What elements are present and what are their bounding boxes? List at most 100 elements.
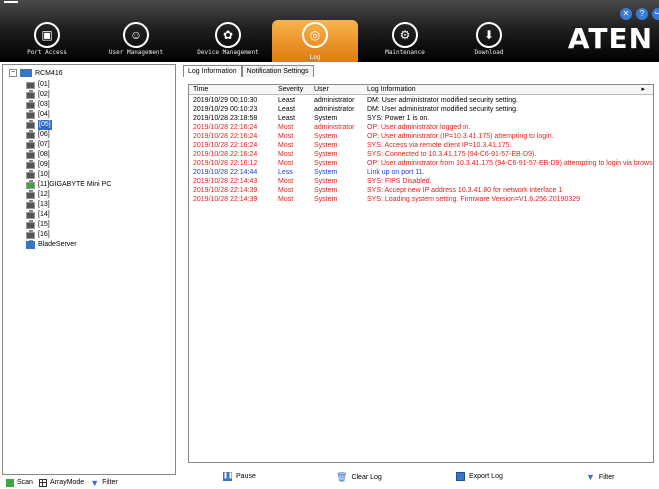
log-severity-cell: Least bbox=[278, 106, 296, 113]
users-icon: ☺ bbox=[123, 22, 149, 48]
tree-root[interactable]: − RCM416 bbox=[9, 69, 63, 77]
tree-item-12[interactable]: [12] bbox=[26, 190, 50, 202]
tree-filter-button[interactable]: ▼ Filter bbox=[90, 478, 117, 488]
table-row[interactable]: 2019/10/28 22:16:12 Most System OP: User ad… bbox=[189, 159, 653, 168]
table-row[interactable]: 2019/10/28 22:16:24 Most System SYS: Connec… bbox=[189, 150, 653, 159]
computer-icon bbox=[26, 111, 35, 122]
clear-log-label: Clear Log bbox=[351, 474, 382, 481]
tree-item-label: [06] bbox=[38, 131, 50, 138]
table-row[interactable]: 2019/10/28 22:14:39 Most System SYS: Accept… bbox=[189, 186, 653, 195]
nav-device-management[interactable]: ✿ Device Management bbox=[185, 6, 271, 58]
gear-icon: ✿ bbox=[215, 22, 241, 48]
filter-label: Filter bbox=[598, 473, 615, 481]
tree-item-13[interactable]: [13] bbox=[26, 200, 50, 212]
computer-icon bbox=[26, 81, 35, 92]
log-user-cell: System bbox=[314, 187, 338, 194]
tree-item-01[interactable]: [01] bbox=[26, 80, 50, 92]
array-mode-button[interactable]: ArrayMode bbox=[38, 478, 84, 487]
monitor-icon: ▣ bbox=[34, 22, 60, 48]
help-icon[interactable]: ? bbox=[636, 8, 648, 20]
logout-icon[interactable]: ↪ bbox=[652, 8, 659, 20]
tree-item-label: [01] bbox=[38, 81, 50, 88]
log-time-cell: 2019/10/29 00:10:23 bbox=[193, 106, 258, 113]
pause-button[interactable]: ❚❚ Pause bbox=[223, 472, 256, 481]
download-icon: ⬇ bbox=[476, 22, 502, 48]
tree-item-09[interactable]: [09] bbox=[26, 160, 50, 172]
log-toolbar: ❚❚ Pause 🗑 Clear Log Export Log ▼ Filter bbox=[188, 468, 654, 486]
close-icon[interactable]: ✕ bbox=[620, 8, 632, 20]
log-user-cell: System bbox=[314, 151, 338, 158]
nav-user-management[interactable]: ☺ User Management bbox=[93, 6, 179, 58]
tab-log-information[interactable]: Log Information bbox=[183, 65, 242, 77]
computer-icon bbox=[26, 171, 35, 182]
column-scroll-right-icon[interactable]: ▸ bbox=[641, 85, 645, 93]
log-user-cell: administrator bbox=[314, 97, 355, 104]
pause-icon: ❚❚ bbox=[223, 472, 234, 481]
log-time-cell: 2019/10/28 22:14:44 bbox=[193, 169, 258, 176]
tree-item-label: [03] bbox=[38, 101, 50, 108]
log-filter-button[interactable]: ▼ Filter bbox=[586, 472, 614, 482]
tree-item-10[interactable]: [10] bbox=[26, 170, 50, 182]
tree-item-08[interactable]: [08] bbox=[26, 150, 50, 162]
tree-toolbar: Scan ArrayMode ▼ Filter bbox=[2, 476, 176, 489]
log-tabs: Log Information Notification Settings bbox=[183, 65, 314, 77]
column-header-log-information[interactable]: Log Information bbox=[367, 85, 416, 94]
collapse-icon[interactable]: − bbox=[9, 69, 17, 77]
table-row[interactable]: 2019/10/29 00:10:30 Least administrator DM:… bbox=[189, 96, 653, 105]
log-time-cell: 2019/10/28 23:18:58 bbox=[193, 115, 258, 122]
log-icon: ◎ bbox=[302, 22, 328, 48]
table-row[interactable]: 2019/10/28 22:14:39 Most System SYS: Loadin… bbox=[189, 195, 653, 204]
tree-item-14[interactable]: [14] bbox=[26, 210, 50, 222]
log-time-cell: 2019/10/28 22:14:39 bbox=[193, 187, 258, 194]
nav-label: Download bbox=[474, 49, 504, 56]
tree-item-label: [11]GIGABYTE Mini PC bbox=[38, 181, 112, 188]
log-severity-cell: Least bbox=[278, 115, 296, 122]
tree-item-03[interactable]: [03] bbox=[26, 100, 50, 112]
nav-log[interactable]: ◎ Log bbox=[272, 20, 358, 62]
computer-icon bbox=[26, 101, 35, 112]
tree-item-bladeserver[interactable]: BladeServer bbox=[26, 240, 77, 250]
nav-label: Log bbox=[309, 54, 321, 61]
tree-item-07[interactable]: [07] bbox=[26, 140, 50, 152]
clear-log-button[interactable]: 🗑 Clear Log bbox=[336, 472, 382, 483]
tree-item-label: [08] bbox=[38, 151, 50, 158]
log-severity-cell: Most bbox=[278, 133, 294, 140]
nav-maintenance[interactable]: ⚙ Maintenance bbox=[362, 6, 448, 58]
nav-port-access[interactable]: ▣ Port Access bbox=[4, 6, 90, 58]
tree-item-04[interactable]: [04] bbox=[26, 110, 50, 122]
wrench-icon: ⚙ bbox=[392, 22, 418, 48]
table-row[interactable]: 2019/10/28 22:16:24 Most System OP: User ad… bbox=[189, 132, 653, 141]
scan-label: Scan bbox=[17, 479, 33, 486]
table-row[interactable]: 2019/10/28 22:16:24 Most System SYS: Access… bbox=[189, 141, 653, 150]
log-severity-cell: Most bbox=[278, 142, 294, 149]
log-info-cell: SYS: Access via remote client IP=10.3.41… bbox=[367, 142, 512, 149]
table-row[interactable]: 2019/10/28 22:14:43 Most System SYS: FIPS D… bbox=[189, 177, 653, 186]
column-header-time[interactable]: Time bbox=[193, 85, 208, 94]
table-row[interactable]: 2019/10/28 22:14:44 Less System Link up on … bbox=[189, 168, 653, 177]
log-time-cell: 2019/10/28 22:16:24 bbox=[193, 151, 258, 158]
log-severity-cell: Most bbox=[278, 151, 294, 158]
log-info-cell: DM: User administrator modified security… bbox=[367, 106, 518, 113]
nav-label: Port Access bbox=[27, 49, 67, 56]
tree-item-16[interactable]: [16] bbox=[26, 230, 50, 242]
tree-item-05[interactable]: [05] bbox=[26, 120, 52, 132]
tree-item-15[interactable]: [15] bbox=[26, 220, 50, 232]
export-log-button[interactable]: Export Log bbox=[456, 472, 503, 481]
log-severity-cell: Most bbox=[278, 124, 294, 131]
tree-item-06[interactable]: [06] bbox=[26, 130, 50, 142]
table-row[interactable]: 2019/10/28 22:16:24 Most administrator OP: … bbox=[189, 123, 653, 132]
log-user-cell: System bbox=[314, 196, 338, 203]
tree-item-11[interactable]: [11]GIGABYTE Mini PC bbox=[26, 180, 112, 192]
table-row[interactable]: 2019/10/29 00:10:23 Least administrator DM:… bbox=[189, 105, 653, 114]
log-info-cell: SYS: Connected to 10.3.41.175 (94-C6-91-… bbox=[367, 151, 537, 158]
nav-label: User Management bbox=[108, 49, 164, 56]
tree-item-02[interactable]: [02] bbox=[26, 90, 50, 102]
log-info-cell: OP: User administrator logged in. bbox=[367, 124, 471, 131]
log-info-cell: SYS: Accept new IP address 10.3.41.80 fo… bbox=[367, 187, 563, 194]
scan-button[interactable]: Scan bbox=[6, 478, 33, 487]
nav-download[interactable]: ⬇ Download bbox=[446, 6, 532, 58]
tab-notification-settings[interactable]: Notification Settings bbox=[241, 65, 314, 77]
column-header-user[interactable]: User bbox=[314, 85, 329, 94]
column-header-severity[interactable]: Severity bbox=[278, 85, 303, 94]
table-row[interactable]: 2019/10/28 23:18:58 Least System SYS: Power… bbox=[189, 114, 653, 123]
